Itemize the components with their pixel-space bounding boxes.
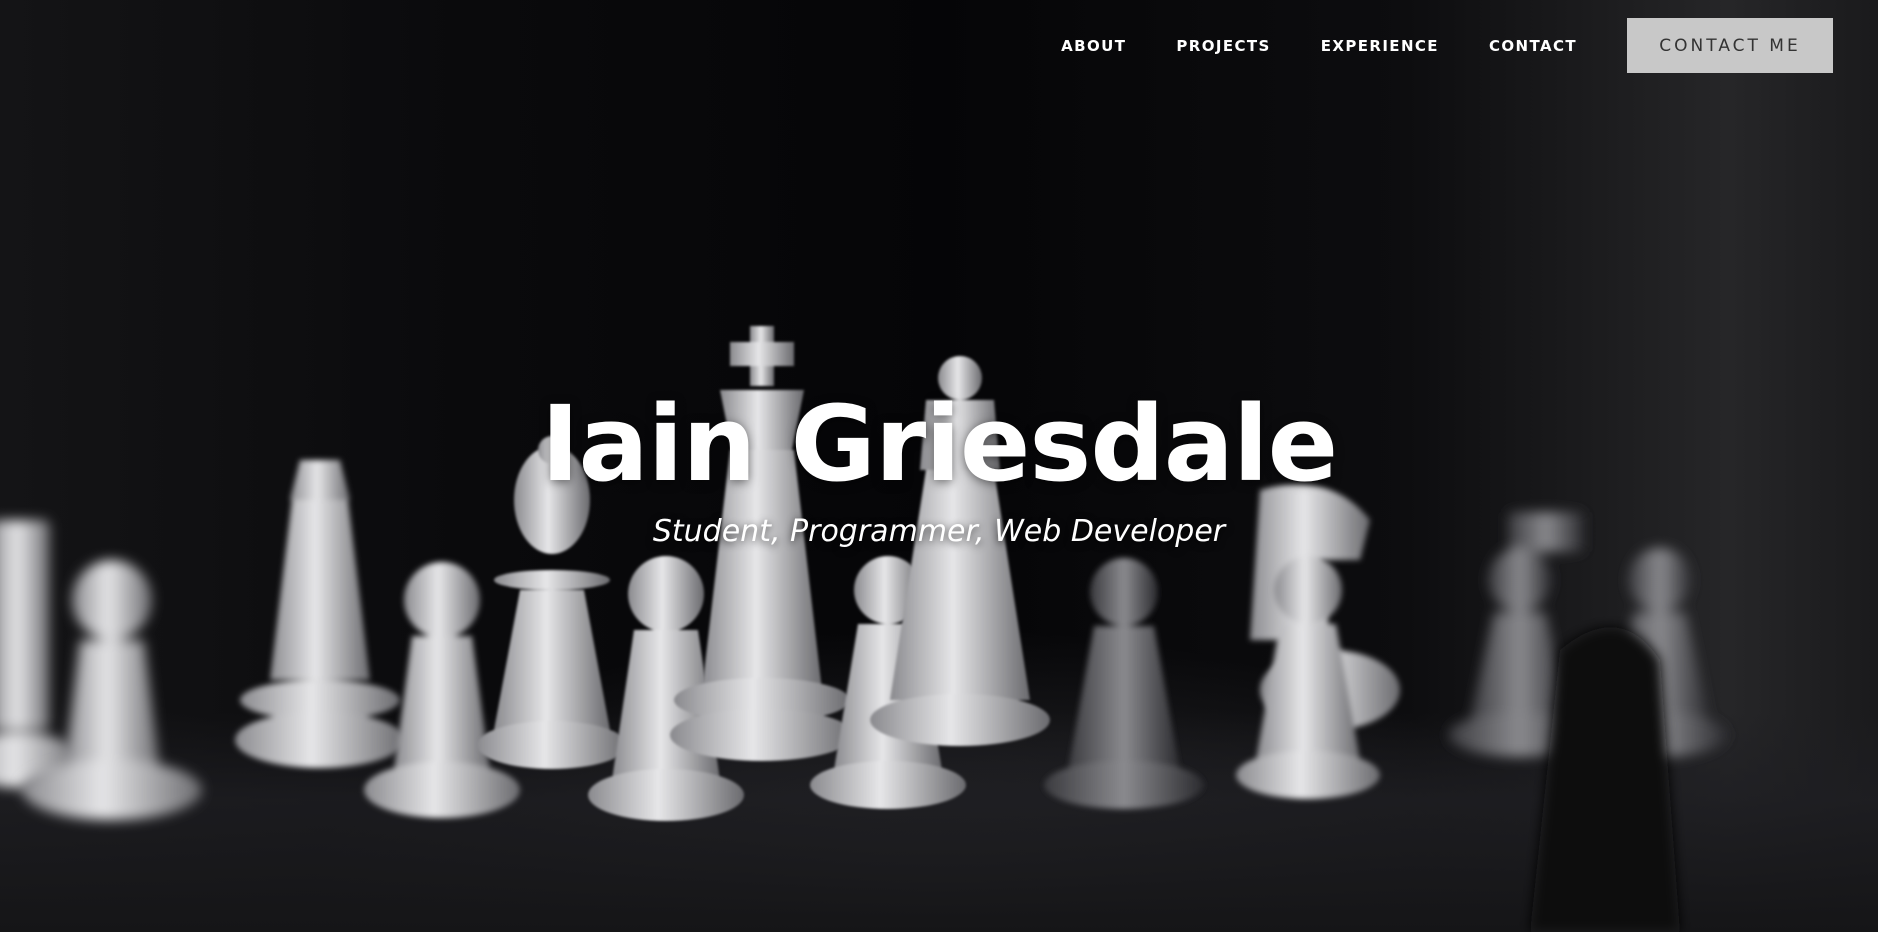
hero-text: Iain Griesdale Student, Programmer, Web … (0, 392, 1878, 549)
nav-item-experience[interactable]: EXPERIENCE (1321, 37, 1439, 55)
top-navigation: ABOUT PROJECTS EXPERIENCE CONTACT CONTAC… (1061, 18, 1833, 73)
hero-subtitle: Student, Programmer, Web Developer (652, 514, 1226, 549)
hero-section: ABOUT PROJECTS EXPERIENCE CONTACT CONTAC… (0, 0, 1878, 932)
nav-item-contact[interactable]: CONTACT (1489, 37, 1577, 55)
nav-item-about[interactable]: ABOUT (1061, 37, 1126, 55)
contact-me-button[interactable]: CONTACT ME (1627, 18, 1833, 73)
nav-item-projects[interactable]: PROJECTS (1176, 37, 1270, 55)
hero-title: Iain Griesdale (540, 383, 1338, 505)
